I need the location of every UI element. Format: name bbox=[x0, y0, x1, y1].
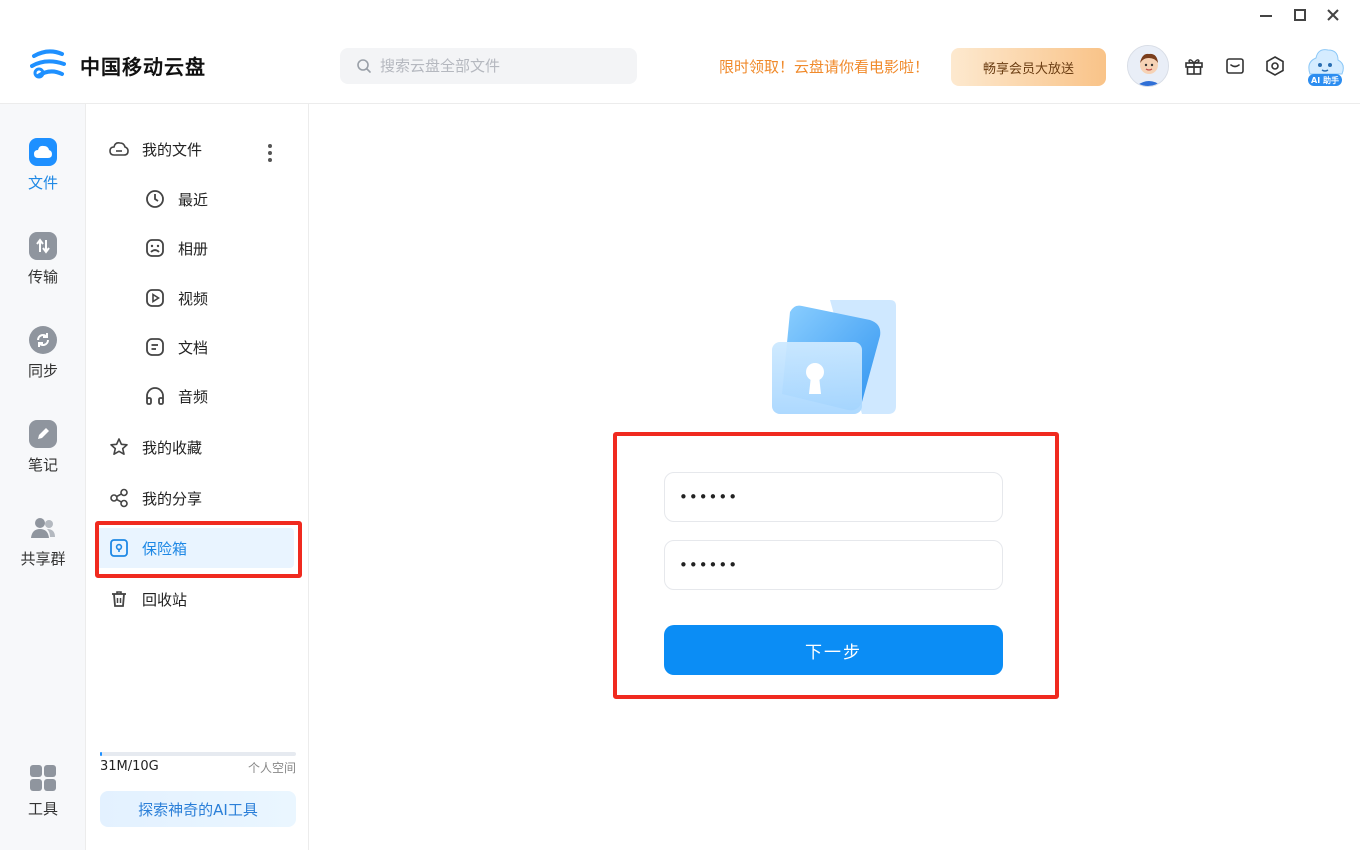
ai-helper-button[interactable]: AI 助手 bbox=[1304, 44, 1346, 88]
rail-label-notes: 笔记 bbox=[27, 456, 58, 474]
ai-tools-button[interactable]: 探索神奇的AI工具 bbox=[100, 791, 296, 827]
nav-item-shares[interactable]: 我的分享 bbox=[108, 478, 298, 518]
nav-item-video[interactable]: 视频 bbox=[144, 278, 294, 318]
app-name: 中国移动云盘 bbox=[80, 54, 206, 79]
next-step-button[interactable]: 下一步 bbox=[664, 625, 1003, 675]
nav-item-recycle[interactable]: 回收站 bbox=[108, 579, 298, 619]
vault-lock-illustration bbox=[770, 298, 900, 418]
gift-icon bbox=[1185, 59, 1203, 75]
search-box[interactable] bbox=[340, 48, 637, 84]
rail-item-notes[interactable]: 笔记 bbox=[0, 420, 86, 490]
more-dot-icon bbox=[268, 151, 272, 155]
vault-password-field[interactable] bbox=[664, 472, 1003, 522]
star-icon bbox=[108, 436, 130, 458]
trash-icon bbox=[108, 588, 130, 610]
rail-label-group: 共享群 bbox=[20, 550, 66, 568]
app-header: 中国移动云盘 限时领取！云盘请你看电影啦！ 畅享会员大放送 bbox=[0, 30, 1360, 104]
group-icon bbox=[29, 514, 57, 542]
minimize-button[interactable] bbox=[1253, 4, 1279, 26]
minimize-icon bbox=[1260, 15, 1272, 17]
close-icon bbox=[1327, 9, 1339, 21]
nav-label-docs: 文档 bbox=[178, 338, 209, 357]
nav-label-recycle: 回收站 bbox=[142, 590, 188, 609]
window-titlebar bbox=[0, 0, 1360, 30]
nav-label-recent: 最近 bbox=[178, 190, 209, 209]
rail-item-files[interactable]: 文件 bbox=[0, 138, 86, 208]
rail-label-sync: 同步 bbox=[27, 362, 58, 380]
nav-item-safe-box[interactable]: 保险箱 bbox=[96, 528, 294, 568]
nav-label-album: 相册 bbox=[178, 239, 209, 258]
more-dot-icon bbox=[268, 144, 272, 148]
cloud-outline-icon bbox=[108, 138, 130, 160]
nav-label-shares: 我的分享 bbox=[142, 489, 203, 508]
app-logo-icon bbox=[30, 49, 66, 79]
transfer-icon bbox=[29, 232, 57, 260]
rail-item-tools[interactable]: 工具 bbox=[0, 764, 86, 834]
rail-item-sync[interactable]: 同步 bbox=[0, 326, 86, 396]
nav-label-video: 视频 bbox=[178, 289, 209, 308]
nav-item-docs[interactable]: 文档 bbox=[144, 327, 294, 367]
maximize-button[interactable] bbox=[1287, 4, 1313, 26]
ai-helper-label: AI 助手 bbox=[1311, 76, 1339, 85]
more-dot-icon bbox=[268, 158, 272, 162]
message-button[interactable] bbox=[1224, 55, 1246, 77]
clock-icon bbox=[144, 188, 166, 210]
pen-icon bbox=[29, 420, 57, 448]
rail-item-group[interactable]: 共享群 bbox=[0, 514, 86, 584]
maximize-icon bbox=[1294, 9, 1306, 21]
storage-progress-bar bbox=[100, 752, 296, 756]
safe-box-icon bbox=[108, 537, 130, 559]
vip-promo-button[interactable]: 畅享会员大放送 bbox=[951, 48, 1106, 86]
album-icon bbox=[144, 237, 166, 259]
rail-label-transfer: 传输 bbox=[27, 268, 58, 286]
vault-folder-lock-icon bbox=[772, 300, 896, 414]
storage-progress-fill bbox=[100, 752, 102, 756]
more-options-button[interactable] bbox=[260, 140, 280, 166]
vault-confirm-password-input[interactable] bbox=[679, 556, 989, 574]
storage-used-text: 31M/10G bbox=[100, 759, 159, 774]
cloud-icon bbox=[29, 138, 57, 166]
storage-space-label[interactable]: 个人空间 bbox=[200, 759, 296, 776]
vault-confirm-password-field[interactable] bbox=[664, 540, 1003, 590]
nav-label-audio: 音频 bbox=[178, 387, 209, 406]
rail-item-transfer[interactable]: 传输 bbox=[0, 232, 86, 302]
nav-item-audio[interactable]: 音频 bbox=[144, 376, 294, 416]
nav-label-favorites: 我的收藏 bbox=[142, 438, 203, 457]
rail-label-tools: 工具 bbox=[27, 800, 58, 818]
video-icon bbox=[144, 287, 166, 309]
nav-item-recent[interactable]: 最近 bbox=[144, 179, 294, 219]
nav-label-my-files: 我的文件 bbox=[142, 140, 203, 159]
nav-item-favorites[interactable]: 我的收藏 bbox=[108, 427, 298, 467]
file-nav-sidebar: 我的文件 最近 相册 视频 文档 音频 我的收藏 我的分享 保险箱 回收站 bbox=[86, 104, 309, 850]
promo-link[interactable]: 限时领取！云盘请你看电影啦！ bbox=[719, 56, 929, 77]
headphones-icon bbox=[144, 385, 166, 407]
search-icon bbox=[357, 59, 371, 73]
mail-icon bbox=[1226, 58, 1244, 74]
share-icon bbox=[108, 487, 130, 509]
sync-icon bbox=[29, 326, 57, 354]
rail-label-files: 文件 bbox=[27, 174, 58, 192]
search-input[interactable] bbox=[380, 57, 620, 75]
gift-button[interactable] bbox=[1183, 55, 1205, 77]
nav-label-safe-box: 保险箱 bbox=[142, 539, 188, 558]
settings-button[interactable] bbox=[1264, 55, 1286, 77]
nav-item-album[interactable]: 相册 bbox=[144, 228, 294, 268]
settings-icon bbox=[1266, 56, 1284, 76]
user-avatar-icon bbox=[1128, 46, 1168, 86]
vault-password-input[interactable] bbox=[679, 488, 989, 506]
avatar[interactable] bbox=[1127, 45, 1169, 87]
left-rail: 文件 传输 同步 笔记 共享群 工具 bbox=[0, 104, 86, 850]
brand: 中国移动云盘 bbox=[30, 48, 206, 82]
tools-icon bbox=[29, 764, 57, 792]
document-icon bbox=[144, 336, 166, 358]
close-button[interactable] bbox=[1320, 4, 1346, 26]
